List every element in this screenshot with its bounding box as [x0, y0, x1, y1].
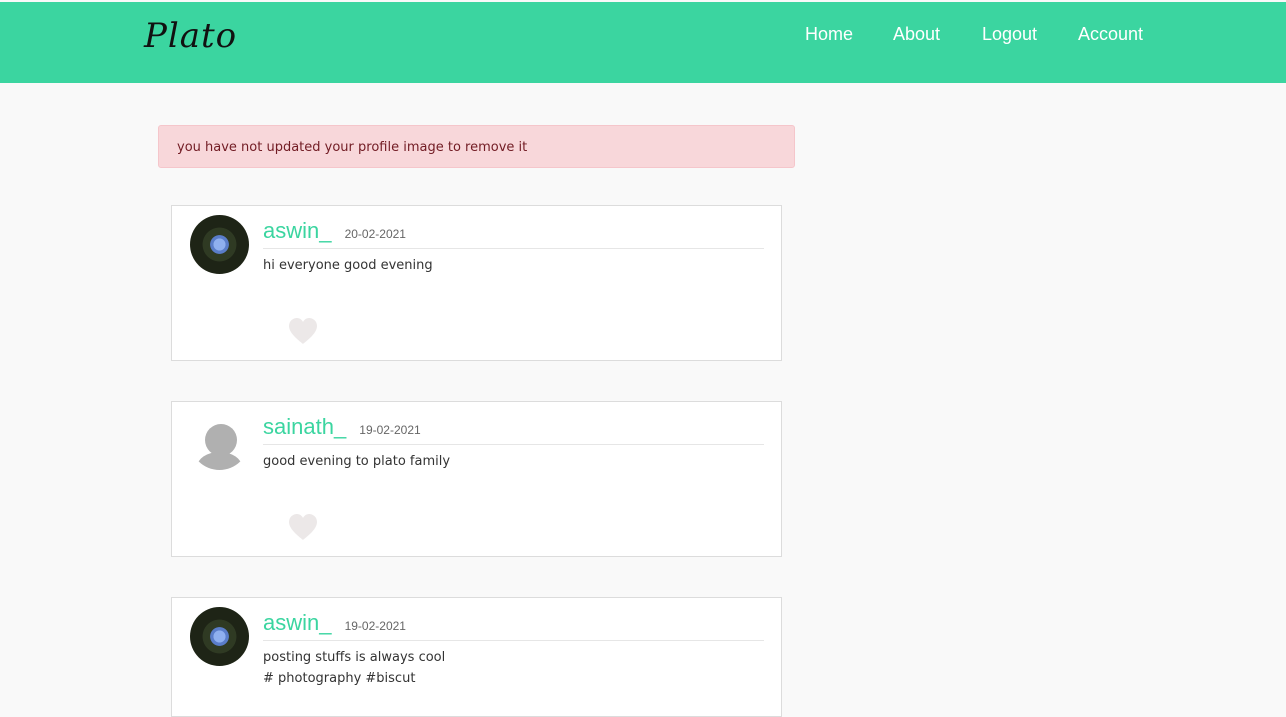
alert-message: you have not updated your profile image … — [158, 125, 795, 168]
nav-link-about[interactable]: About — [893, 24, 940, 45]
heart-icon[interactable] — [287, 316, 319, 346]
post-username[interactable]: aswin_ — [263, 218, 331, 243]
post-header: sainath_ 19-02-2021 — [263, 414, 764, 445]
nav-link-logout[interactable]: Logout — [982, 24, 1037, 45]
post-card: sainath_ 19-02-2021 good evening to plat… — [171, 401, 782, 557]
top-navbar: Plato Home About Logout Account — [0, 2, 1286, 83]
post-date: 19-02-2021 — [344, 619, 406, 633]
post-header: aswin_ 19-02-2021 — [263, 610, 764, 641]
heart-icon[interactable] — [287, 512, 319, 542]
brand-logo[interactable]: Plato — [144, 16, 237, 56]
post-body: hi everyone good evening — [263, 255, 433, 276]
nav-link-account[interactable]: Account — [1078, 24, 1143, 45]
nav-link-home[interactable]: Home — [805, 24, 853, 45]
avatar[interactable] — [190, 215, 249, 274]
post-card: aswin_ 19-02-2021 posting stuffs is alwa… — [171, 597, 782, 717]
post-username[interactable]: aswin_ — [263, 610, 331, 635]
post-date: 19-02-2021 — [359, 423, 421, 437]
post-card: aswin_ 20-02-2021 hi everyone good eveni… — [171, 205, 782, 361]
post-date: 20-02-2021 — [344, 227, 406, 241]
post-header: aswin_ 20-02-2021 — [263, 218, 764, 249]
post-hashtags: # photography #biscut — [263, 671, 416, 686]
avatar[interactable] — [190, 411, 249, 470]
post-text-line: good evening to plato family — [263, 454, 451, 469]
post-text-line: posting stuffs is always cool — [263, 650, 446, 665]
post-text-line: hi everyone good evening — [263, 258, 433, 273]
post-username[interactable]: sainath_ — [263, 414, 346, 439]
post-body: good evening to plato family — [263, 451, 450, 472]
post-body: posting stuffs is always cool # photogra… — [263, 647, 445, 689]
avatar[interactable] — [190, 607, 249, 666]
